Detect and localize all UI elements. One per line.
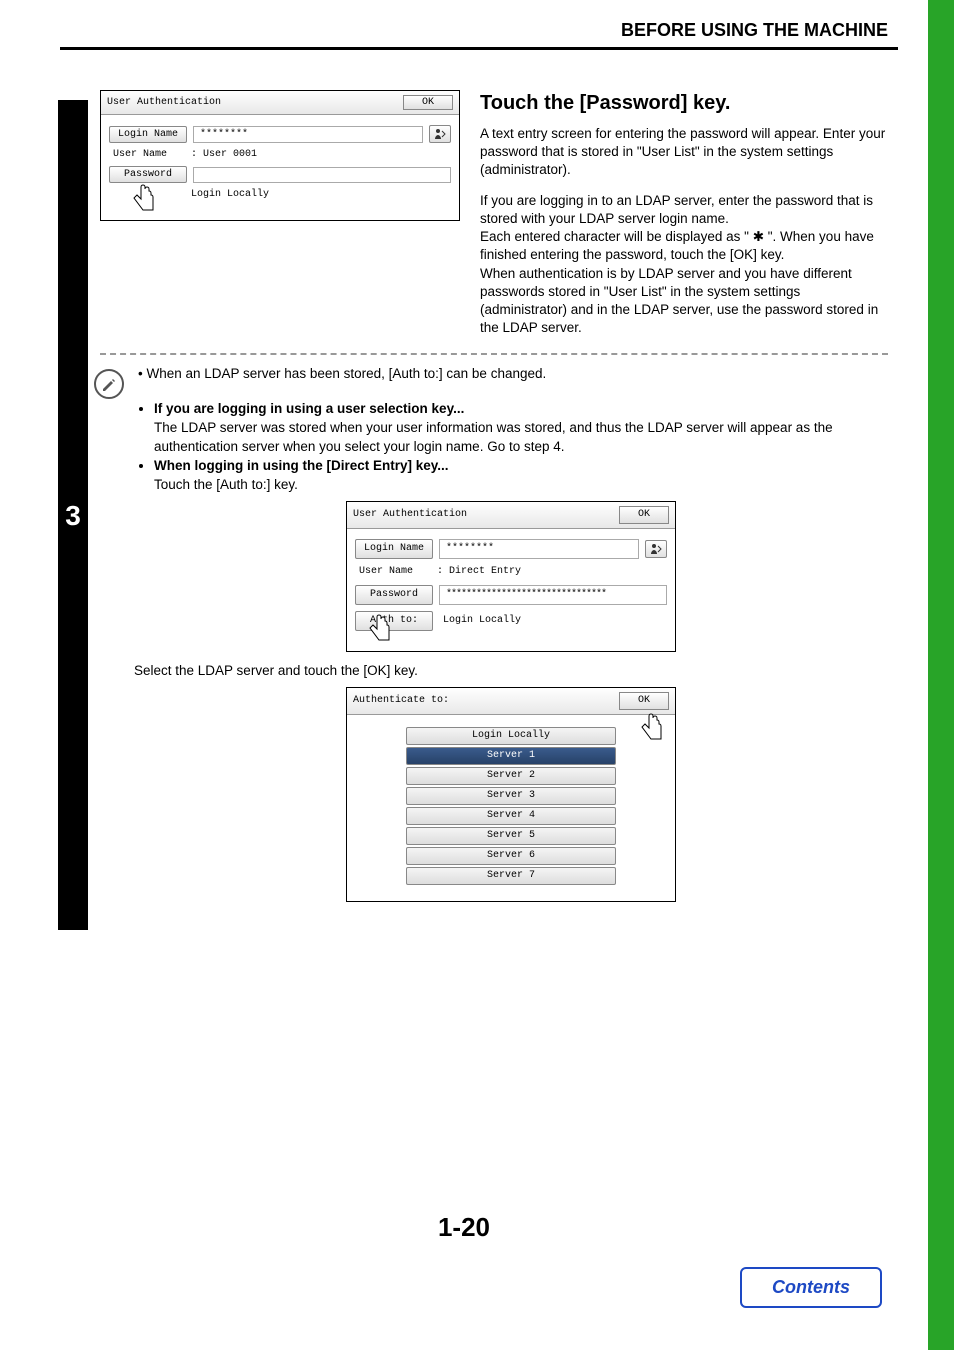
note-bold2: When logging in using the [Direct Entry]…	[154, 458, 449, 473]
mid-text: Select the LDAP server and touch the [OK…	[134, 662, 888, 681]
user-name-value-2: : Direct Entry	[433, 565, 521, 579]
auth-to-value-2: Login Locally	[439, 614, 521, 628]
pencil-icon	[100, 375, 118, 393]
instruction-p4: When authentication is by LDAP server an…	[480, 265, 888, 338]
note-line1: When an LDAP server has been stored, [Au…	[146, 366, 546, 381]
user-select-button[interactable]	[429, 125, 451, 143]
contents-button[interactable]: Contents	[740, 1267, 882, 1308]
pointer-hand-2	[365, 613, 397, 655]
panel3-title: Authenticate to:	[353, 694, 449, 708]
panel1-title: User Authentication	[107, 97, 221, 108]
section-header: BEFORE USING THE MACHINE	[0, 20, 928, 41]
password-button[interactable]: Password	[109, 166, 187, 183]
panel3-ok-button[interactable]: OK	[619, 692, 669, 710]
user-arrow-icon	[649, 543, 663, 555]
user-name-label: User Name	[109, 149, 187, 160]
auth-to-value-1: Login Locally	[187, 189, 269, 200]
auth-panel-2: User Authentication OK Login Name ******…	[346, 501, 676, 652]
note-icon	[94, 369, 124, 399]
auth-panel-1: User Authentication OK Login Name ******…	[100, 90, 460, 221]
server-list: Login Locally Server 1 Server 2 Server 3 Ser…	[347, 715, 675, 901]
note-bold1: If you are logging in using a user selec…	[154, 401, 464, 416]
server-option[interactable]: Server 5	[406, 827, 616, 845]
server-option[interactable]: Server 6	[406, 847, 616, 865]
page-number: 1-20	[0, 1212, 928, 1243]
server-option[interactable]: Server 3	[406, 787, 616, 805]
server-option[interactable]: Server 1	[406, 747, 616, 765]
server-option[interactable]: Server 2	[406, 767, 616, 785]
side-green-strip	[928, 0, 954, 1350]
server-option[interactable]: Login Locally	[406, 727, 616, 745]
dashed-separator	[100, 353, 888, 355]
user-name-value: : User 0001	[187, 149, 257, 160]
login-name-field[interactable]: ********	[193, 126, 423, 143]
instruction-p1: A text entry screen for entering the pas…	[480, 125, 888, 180]
login-name-button-2[interactable]: Login Name	[355, 539, 433, 559]
panel2-ok-button[interactable]: OK	[619, 506, 669, 524]
instruction-p2: If you are logging in to an LDAP server,…	[480, 192, 888, 228]
login-name-field-2[interactable]: ********	[439, 539, 639, 559]
user-select-button-2[interactable]	[645, 540, 667, 558]
pointer-hand-3	[637, 712, 669, 754]
password-button-2[interactable]: Password	[355, 585, 433, 605]
auth-panel-3: Authenticate to: OK Login Locally Server …	[346, 687, 676, 902]
content-area: User Authentication OK Login Name ******…	[100, 50, 888, 912]
panel2-title: User Authentication	[353, 508, 467, 522]
instruction-p3: Each entered character will be displayed…	[480, 228, 888, 264]
note-text1: The LDAP server was stored when your use…	[154, 419, 888, 457]
pointer-hand-1	[129, 183, 161, 223]
panel1-ok-button[interactable]: OK	[403, 95, 453, 110]
note-text2: Touch the [Auth to:] key.	[154, 476, 888, 495]
server-option[interactable]: Server 4	[406, 807, 616, 825]
note-block: • When an LDAP server has been stored, […	[134, 365, 888, 911]
login-name-button[interactable]: Login Name	[109, 126, 187, 143]
user-name-label-2: User Name	[355, 565, 433, 579]
instruction-title: Touch the [Password] key.	[480, 90, 888, 117]
password-field-2[interactable]: ********************************	[439, 585, 667, 605]
server-option[interactable]: Server 7	[406, 867, 616, 885]
page: BEFORE USING THE MACHINE 3 User Authenti…	[0, 0, 928, 1350]
password-field[interactable]	[193, 167, 451, 183]
step-number: 3	[58, 500, 88, 532]
user-arrow-icon	[433, 128, 447, 140]
